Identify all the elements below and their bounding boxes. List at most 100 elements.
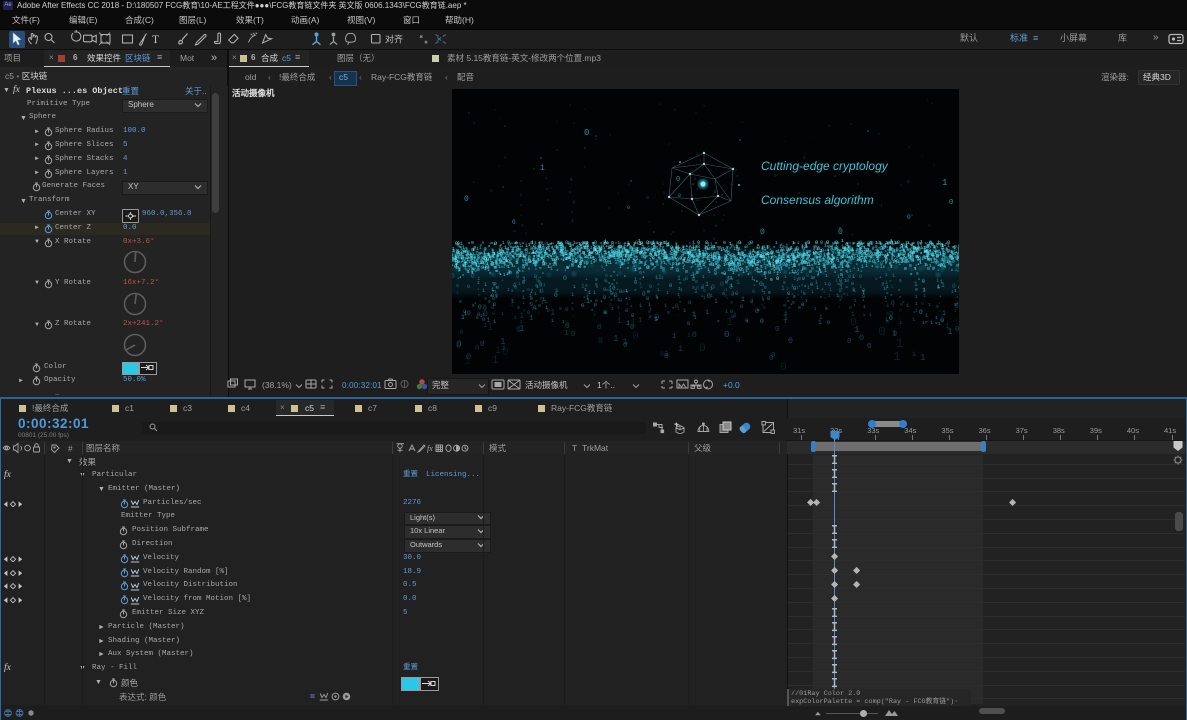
svg-text:1: 1 [733, 246, 736, 252]
svg-text:0: 0 [528, 267, 530, 271]
svg-text:0: 0 [685, 261, 687, 265]
svg-text:1: 1 [956, 296, 958, 300]
svg-text:1: 1 [573, 284, 576, 290]
svg-text:0: 0 [820, 240, 823, 246]
svg-text:0: 0 [867, 343, 872, 351]
svg-text:1: 1 [457, 257, 459, 260]
svg-text:0: 0 [675, 251, 678, 256]
svg-text:1: 1 [781, 285, 785, 292]
svg-text:0: 0 [616, 282, 618, 286]
svg-text:0: 0 [626, 291, 628, 295]
svg-text:1: 1 [501, 311, 504, 317]
svg-text:1: 1 [703, 296, 706, 301]
svg-text:0: 0 [931, 243, 934, 248]
svg-text:0: 0 [476, 251, 478, 255]
svg-text:1: 1 [461, 314, 465, 321]
svg-text:0: 0 [585, 305, 588, 311]
svg-text:0: 0 [752, 289, 755, 295]
svg-text:1: 1 [773, 265, 776, 270]
svg-text:1: 1 [808, 241, 810, 245]
svg-text:0: 0 [837, 253, 839, 257]
svg-text:1: 1 [545, 305, 548, 311]
svg-text:0: 0 [525, 262, 528, 268]
svg-text:0: 0 [954, 244, 957, 250]
svg-text:0: 0 [464, 195, 469, 204]
svg-text:1: 1 [784, 274, 787, 280]
svg-text:0: 0 [806, 245, 808, 248]
svg-text:0: 0 [669, 282, 672, 289]
svg-text:1: 1 [534, 240, 537, 246]
svg-text:1: 1 [529, 315, 534, 323]
svg-text:0: 0 [740, 303, 744, 310]
svg-text:1: 1 [677, 306, 680, 312]
svg-text:1: 1 [522, 295, 525, 301]
svg-text:1: 1 [885, 273, 888, 278]
svg-text:0: 0 [482, 241, 484, 245]
svg-text:1: 1 [571, 306, 574, 312]
svg-text:0: 0 [644, 254, 647, 260]
svg-text:0: 0 [792, 301, 795, 306]
svg-text:1: 1 [751, 276, 754, 282]
svg-text:0: 0 [554, 292, 558, 299]
svg-text:0: 0 [597, 324, 602, 332]
svg-text:0: 0 [718, 266, 720, 270]
svg-text:1: 1 [828, 293, 831, 299]
svg-text:1: 1 [775, 259, 778, 265]
svg-text:0: 0 [458, 242, 460, 245]
svg-text:0: 0 [685, 275, 689, 282]
svg-text:0: 0 [714, 190, 717, 195]
svg-text:0: 0 [516, 326, 521, 335]
svg-text:0: 0 [687, 321, 690, 327]
svg-text:0: 0 [860, 261, 862, 265]
svg-text:0: 0 [520, 193, 522, 197]
svg-text:0: 0 [599, 247, 602, 253]
svg-text:0: 0 [719, 246, 721, 250]
svg-text:1: 1 [544, 242, 546, 246]
svg-text:1: 1 [892, 259, 895, 265]
svg-text:0: 0 [472, 304, 475, 309]
svg-text:0: 0 [470, 253, 472, 257]
svg-text:1: 1 [492, 261, 495, 267]
svg-text:0: 0 [566, 265, 569, 271]
svg-text:0: 0 [720, 281, 724, 288]
svg-text:0: 0 [584, 166, 586, 170]
svg-text:0: 0 [723, 240, 726, 246]
svg-text:1: 1 [698, 248, 701, 254]
svg-text:1: 1 [687, 332, 691, 339]
svg-text:0: 0 [838, 228, 843, 237]
svg-text:0: 0 [889, 311, 893, 319]
svg-text:0: 0 [735, 291, 738, 297]
svg-text:0: 0 [915, 287, 918, 293]
svg-text:1: 1 [925, 313, 928, 319]
svg-text:0: 0 [914, 267, 916, 271]
svg-text:0: 0 [832, 254, 835, 261]
svg-text:1: 1 [737, 251, 740, 257]
svg-text:0: 0 [467, 284, 470, 290]
svg-text:0: 0 [684, 251, 686, 255]
svg-text:0: 0 [721, 256, 723, 260]
svg-text:1: 1 [714, 298, 718, 305]
svg-text:1: 1 [741, 296, 745, 303]
svg-text:0: 0 [803, 292, 806, 297]
svg-text:0: 0 [522, 280, 525, 286]
svg-text:1: 1 [739, 261, 742, 267]
svg-text:0: 0 [692, 285, 695, 291]
svg-text:1: 1 [643, 262, 646, 268]
svg-text:0: 0 [729, 261, 732, 266]
svg-text:0: 0 [899, 308, 902, 314]
svg-text:0: 0 [492, 311, 495, 317]
svg-text:0: 0 [668, 262, 670, 266]
svg-text:0: 0 [516, 274, 519, 280]
svg-text:0: 0 [815, 240, 818, 246]
svg-text:0: 0 [613, 279, 615, 283]
svg-text:1: 1 [726, 258, 728, 262]
svg-text:1: 1 [550, 187, 552, 191]
svg-text:1: 1 [819, 314, 823, 321]
svg-text:1: 1 [519, 254, 522, 259]
svg-text:0: 0 [922, 279, 925, 285]
svg-text:0: 0 [506, 264, 508, 268]
svg-text:1: 1 [947, 326, 953, 337]
svg-text:0: 0 [585, 283, 588, 289]
svg-text:0: 0 [695, 279, 698, 285]
svg-text:0: 0 [831, 265, 834, 271]
